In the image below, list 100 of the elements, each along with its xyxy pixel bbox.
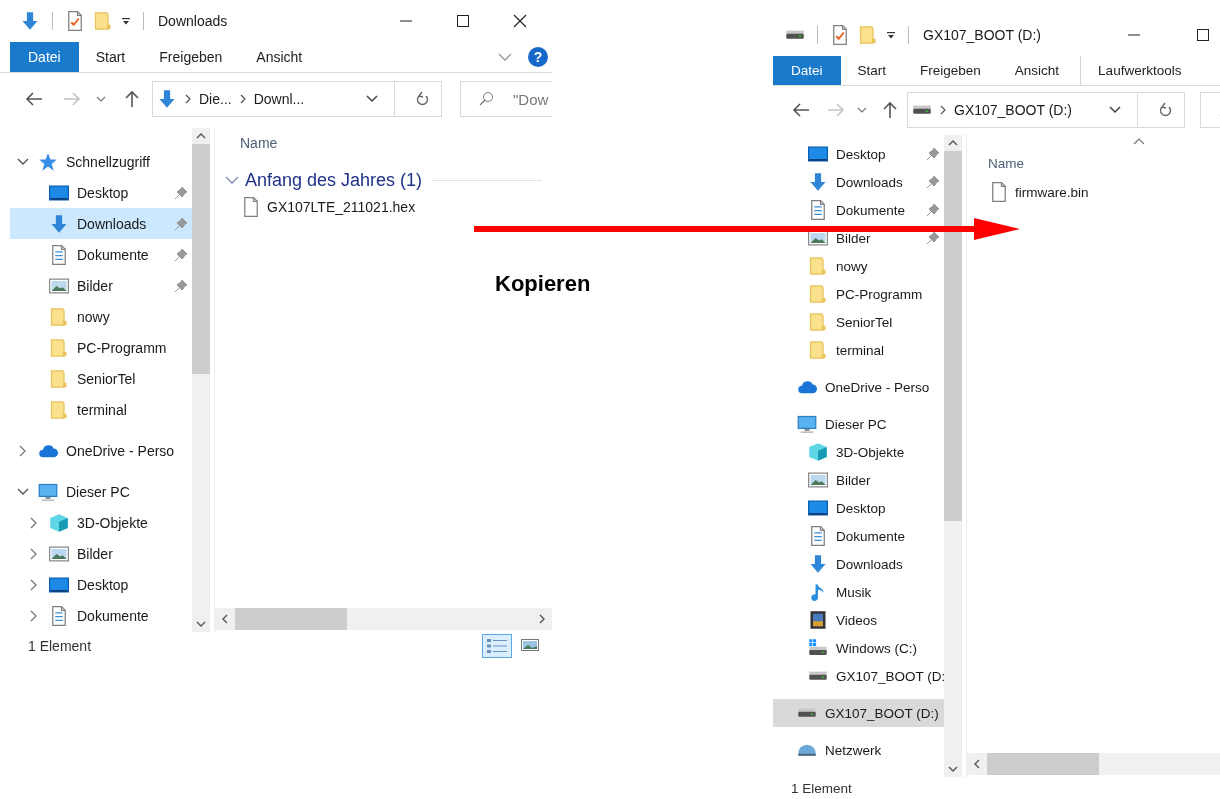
tree-item[interactable]: Windows (C:) [773,634,944,662]
ribbon-tab[interactable]: Start [78,42,143,72]
tree-item[interactable]: Downloads [10,208,192,239]
dropdown-caret-icon[interactable] [886,31,896,39]
back-arrow-icon[interactable] [24,91,44,107]
address-bar[interactable]: GX107_BOOT (D:) [907,92,1185,128]
tree-item[interactable]: Dieser PC [10,476,192,507]
tree-item[interactable]: Dieser PC [773,410,944,438]
tree-item[interactable]: nowy [10,301,192,332]
chevron-up-icon[interactable] [948,139,958,147]
chevron-down-icon[interactable] [96,95,106,103]
chevron-down-icon[interactable] [1109,106,1121,114]
chevron-right-icon[interactable] [30,516,38,529]
up-arrow-icon[interactable] [882,101,898,119]
ribbon-tab[interactable]: Ansicht [997,56,1077,85]
chevron-right-icon[interactable] [30,578,38,591]
ribbon-tab[interactable]: Start [840,56,904,85]
breadcrumb[interactable]: GX107_BOOT (D:) [954,102,1072,118]
breadcrumb[interactable]: Downl... [253,91,305,107]
ribbon-tab[interactable]: Freigeben [142,42,240,72]
tree-item[interactable]: 3D-Objekte [773,438,944,466]
horizontal-scrollbar[interactable] [967,753,1220,775]
tree-item[interactable]: PC-Programm [10,332,192,363]
tree-item[interactable]: Dokumente [10,600,192,631]
ribbon-tab[interactable]: Ansicht [239,42,320,72]
document-icon [49,605,69,626]
horizontal-scrollbar[interactable] [215,608,552,630]
chevron-left-icon[interactable] [221,614,229,624]
chevron-right-icon[interactable] [30,609,38,622]
refresh-icon[interactable] [1158,102,1172,118]
tree-item[interactable]: GX107_BOOT (D:) [773,699,944,727]
picture-icon [520,637,540,653]
back-arrow-icon[interactable] [791,102,811,118]
file-item[interactable]: GX107LTE_211021.hex [215,194,552,220]
monitor-icon [808,498,828,518]
tree-item[interactable]: Bilder [10,538,192,569]
folder-icon [808,312,828,332]
folder-icon [93,11,113,31]
file-icon [989,182,1009,202]
tree-item[interactable]: Desktop [773,140,944,168]
chevron-down-icon[interactable] [17,157,29,166]
file-item[interactable]: firmware.bin [967,179,1220,205]
column-header[interactable]: Name [215,128,552,158]
tree-item[interactable]: Dokumente [10,239,192,270]
breadcrumb[interactable]: Die... [199,91,232,107]
chevron-left-icon[interactable] [973,759,981,769]
chevron-down-icon[interactable] [196,620,206,628]
tree-item[interactable]: Dokumente [773,522,944,550]
tree-item[interactable]: Downloads [773,168,944,196]
tree-item[interactable]: Desktop [773,494,944,522]
up-arrow-icon[interactable] [124,90,140,108]
ribbon-tab[interactable]: Freigeben [903,56,998,85]
chevron-right-icon [185,94,191,104]
tree-item[interactable]: 3D-Objekte [10,507,192,538]
chevron-down-icon[interactable] [948,765,958,773]
ribbon-tab[interactable]: Laufwerktools [1080,56,1199,85]
picture-icon [49,275,69,296]
column-header[interactable]: Name [967,135,1220,175]
tree-item[interactable]: Dokumente [773,196,944,224]
vertical-scrollbar[interactable] [192,128,210,632]
download-arrow-icon [808,554,828,574]
download-arrow-icon [20,11,40,31]
tree-item[interactable]: Musik [773,578,944,606]
tree-item[interactable]: Bilder [773,466,944,494]
tree-item[interactable]: PC-Programm [773,280,944,308]
tree-item[interactable]: OneDrive - Perso [10,435,192,466]
tree-item[interactable]: terminal [773,336,944,364]
details-view-button[interactable] [482,634,512,658]
tree-item[interactable]: SeniorTel [10,363,192,394]
refresh-icon[interactable] [415,91,429,107]
chevron-down-icon[interactable] [857,106,867,114]
tree-item[interactable]: Bilder [10,270,192,301]
folder-icon [808,284,828,304]
tree-item[interactable]: Desktop [10,177,192,208]
help-button[interactable]: ? [528,47,548,67]
chevron-right-icon[interactable] [19,444,27,457]
vertical-scrollbar[interactable] [944,135,962,777]
tree-item[interactable]: Desktop [10,569,192,600]
tree-item[interactable]: GX107_BOOT (D: [773,662,944,690]
group-header[interactable]: Anfang des Jahres (1) [225,169,423,191]
ribbon-tab[interactable]: Datei [10,42,79,72]
chevron-right-icon[interactable] [538,614,546,624]
tree-item[interactable]: Videos [773,606,944,634]
chevron-right-icon[interactable] [30,547,38,560]
chevron-up-icon[interactable] [196,132,206,140]
chevron-down-icon[interactable] [17,487,29,496]
tree-item[interactable]: Netzwerk [773,736,944,764]
tree-item[interactable]: SeniorTel [773,308,944,336]
tree-item[interactable]: OneDrive - Perso [773,373,944,401]
dropdown-caret-icon[interactable] [121,17,131,25]
chevron-down-icon[interactable] [366,95,378,103]
folder-icon [858,25,878,45]
search-field[interactable]: "Dow [460,81,552,117]
tree-item[interactable]: nowy [773,252,944,280]
ribbon-tab[interactable]: Datei [773,56,841,85]
tree-item[interactable]: Downloads [773,550,944,578]
address-bar[interactable]: Die... Downl... [152,81,442,117]
tree-item[interactable]: terminal [10,394,192,425]
tree-item[interactable]: Schnellzugriff [10,146,192,177]
download-arrow-icon [157,89,177,109]
